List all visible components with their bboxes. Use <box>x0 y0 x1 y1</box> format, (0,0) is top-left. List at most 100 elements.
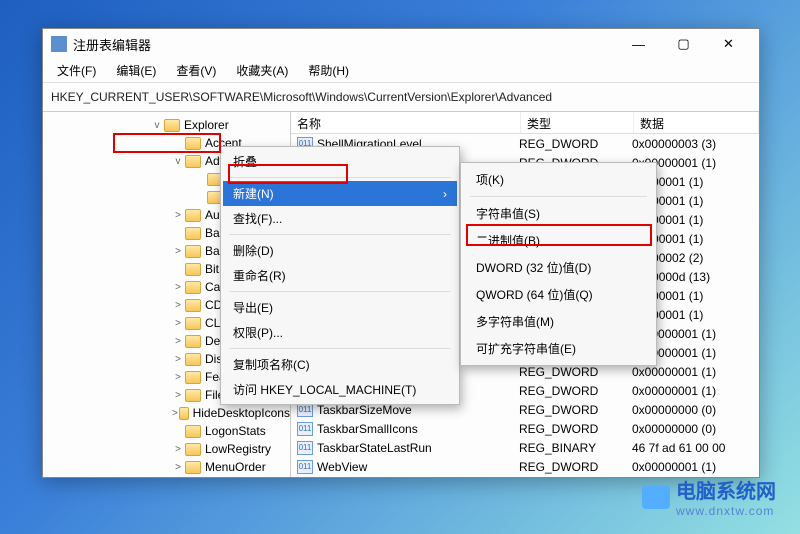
ctx-new-qword[interactable]: QWORD (64 位)值(Q) <box>464 281 653 308</box>
expand-icon[interactable]: > <box>171 210 185 221</box>
ctx-goto-hklm[interactable]: 访问 HKEY_LOCAL_MACHINE(T) <box>223 377 457 402</box>
tree-item-label: LogonStats <box>205 424 266 438</box>
tree-item-label: HideDesktopIcons <box>193 406 290 420</box>
row-name: TaskbarStateLastRun <box>317 441 519 455</box>
registry-value-icon: 011 <box>297 422 313 436</box>
ctx-new-multistring[interactable]: 多字符串值(M) <box>464 308 653 335</box>
expand-icon[interactable]: > <box>171 354 185 365</box>
highlight-dword <box>466 224 652 246</box>
row-data: 0x00000003 (3) <box>632 137 759 151</box>
expand-icon[interactable]: > <box>171 372 185 383</box>
list-row[interactable]: 011 TaskbarStateLastRunREG_BINARY46 7f ad… <box>291 438 759 457</box>
separator <box>229 348 451 349</box>
ctx-new-dword[interactable]: DWORD (32 位)值(D) <box>464 254 653 281</box>
row-type: REG_DWORD <box>519 403 632 417</box>
tree-item[interactable]: > HideDesktopIcons <box>43 404 290 422</box>
row-type: REG_DWORD <box>519 365 632 379</box>
minimize-button[interactable]: — <box>616 29 661 59</box>
close-button[interactable]: ✕ <box>706 29 751 59</box>
expand-icon[interactable]: v <box>171 156 185 167</box>
ctx-export[interactable]: 导出(E) <box>223 295 457 320</box>
tree-item[interactable]: > MenuOrder <box>43 458 290 476</box>
col-name[interactable]: 名称 <box>291 112 521 133</box>
folder-icon <box>164 119 180 132</box>
folder-icon <box>185 281 201 294</box>
tree-item[interactable]: > LowRegistry <box>43 440 290 458</box>
tree-item-label: Explorer <box>184 118 229 132</box>
expand-icon[interactable]: > <box>171 390 185 401</box>
expand-icon[interactable]: > <box>171 282 185 293</box>
submenu-arrow-icon: › <box>443 187 447 201</box>
menu-bar: 文件(F) 编辑(E) 查看(V) 收藏夹(A) 帮助(H) <box>43 59 759 83</box>
folder-icon <box>185 155 201 168</box>
ctx-copy-key-name[interactable]: 复制项名称(C) <box>223 352 457 377</box>
ctx-rename[interactable]: 重命名(R) <box>223 263 457 288</box>
row-data: 46 7f ad 61 00 00 <box>632 441 759 455</box>
folder-icon <box>185 425 201 438</box>
window-title: 注册表编辑器 <box>73 35 616 54</box>
list-row[interactable]: 011 TaskbarSmallIconsREG_DWORD0x00000000 … <box>291 419 759 438</box>
ctx-new-string[interactable]: 字符串值(S) <box>464 200 653 227</box>
ctx-permissions[interactable]: 权限(P)... <box>223 320 457 345</box>
separator <box>229 234 451 235</box>
row-data: 0x00000000 (0) <box>632 422 759 436</box>
menu-view[interactable]: 查看(V) <box>166 59 226 82</box>
menu-edit[interactable]: 编辑(E) <box>106 59 166 82</box>
folder-icon <box>185 371 201 384</box>
ctx-find[interactable]: 查找(F)... <box>223 206 457 231</box>
ctx-new-label: 新建(N) <box>233 185 274 202</box>
ctx-delete[interactable]: 删除(D) <box>223 238 457 263</box>
registry-value-icon: 011 <box>297 441 313 455</box>
tree-item[interactable]: LogonStats <box>43 422 290 440</box>
app-icon <box>51 36 67 52</box>
row-name: TaskbarSmallIcons <box>317 422 519 436</box>
menu-help[interactable]: 帮助(H) <box>298 59 359 82</box>
ctx-new-key[interactable]: 项(K) <box>464 166 653 193</box>
tree-item[interactable]: >Modules <box>43 476 290 477</box>
row-data: 0x00000001 (1) <box>632 460 759 474</box>
menu-favorites[interactable]: 收藏夹(A) <box>226 59 298 82</box>
expand-icon[interactable]: > <box>171 462 185 473</box>
ctx-new-expandstring[interactable]: 可扩充字符串值(E) <box>464 335 653 362</box>
menu-file[interactable]: 文件(F) <box>47 59 106 82</box>
row-type: REG_DWORD <box>519 384 632 398</box>
ctx-new[interactable]: 新建(N) › <box>223 181 457 206</box>
folder-icon <box>185 245 201 258</box>
col-type[interactable]: 类型 <box>521 112 634 133</box>
expand-icon[interactable]: > <box>171 300 185 311</box>
folder-icon <box>185 209 201 222</box>
registry-value-icon: 011 <box>297 460 313 474</box>
highlight-advanced <box>113 133 221 153</box>
tree-item-label: MenuOrder <box>205 460 266 474</box>
row-data: 0x00000001 (1) <box>632 384 759 398</box>
folder-icon <box>185 335 201 348</box>
list-row[interactable]: 011WebViewREG_DWORD0x00000001 (1) <box>291 457 759 476</box>
row-name: WebView <box>317 460 519 474</box>
folder-icon <box>185 263 201 276</box>
expand-icon[interactable]: > <box>171 444 185 455</box>
row-type: REG_BINARY <box>519 441 632 455</box>
expand-icon[interactable]: > <box>171 318 185 329</box>
row-data: 0x00000000 (0) <box>632 403 759 417</box>
context-menu-new-submenu: 项(K) 字符串值(S) 二进制值(B) DWORD (32 位)值(D) QW… <box>460 162 657 366</box>
col-data[interactable]: 数据 <box>634 112 759 133</box>
watermark: 电脑系统网 www.dnxtw.com <box>642 475 776 518</box>
folder-icon <box>185 317 201 330</box>
expand-icon[interactable]: v <box>150 120 164 131</box>
folder-icon <box>185 461 201 474</box>
maximize-button[interactable]: ▢ <box>661 29 706 59</box>
expand-icon[interactable]: > <box>171 408 179 419</box>
row-type: REG_DWORD <box>519 422 632 436</box>
tree-item[interactable]: v Explorer <box>43 116 290 134</box>
separator <box>470 196 647 197</box>
folder-icon <box>179 407 189 420</box>
address-bar[interactable]: HKEY_CURRENT_USER\SOFTWARE\Microsoft\Win… <box>43 83 759 111</box>
watermark-text: 电脑系统网 <box>676 475 776 504</box>
row-data: 0x00000001 (1) <box>632 365 759 379</box>
expand-icon[interactable]: > <box>171 336 185 347</box>
watermark-url: www.dnxtw.com <box>676 504 776 518</box>
tree-item-label: LowRegistry <box>205 442 271 456</box>
titlebar[interactable]: 注册表编辑器 — ▢ ✕ <box>43 29 759 59</box>
expand-icon[interactable]: > <box>171 246 185 257</box>
folder-icon <box>185 443 201 456</box>
